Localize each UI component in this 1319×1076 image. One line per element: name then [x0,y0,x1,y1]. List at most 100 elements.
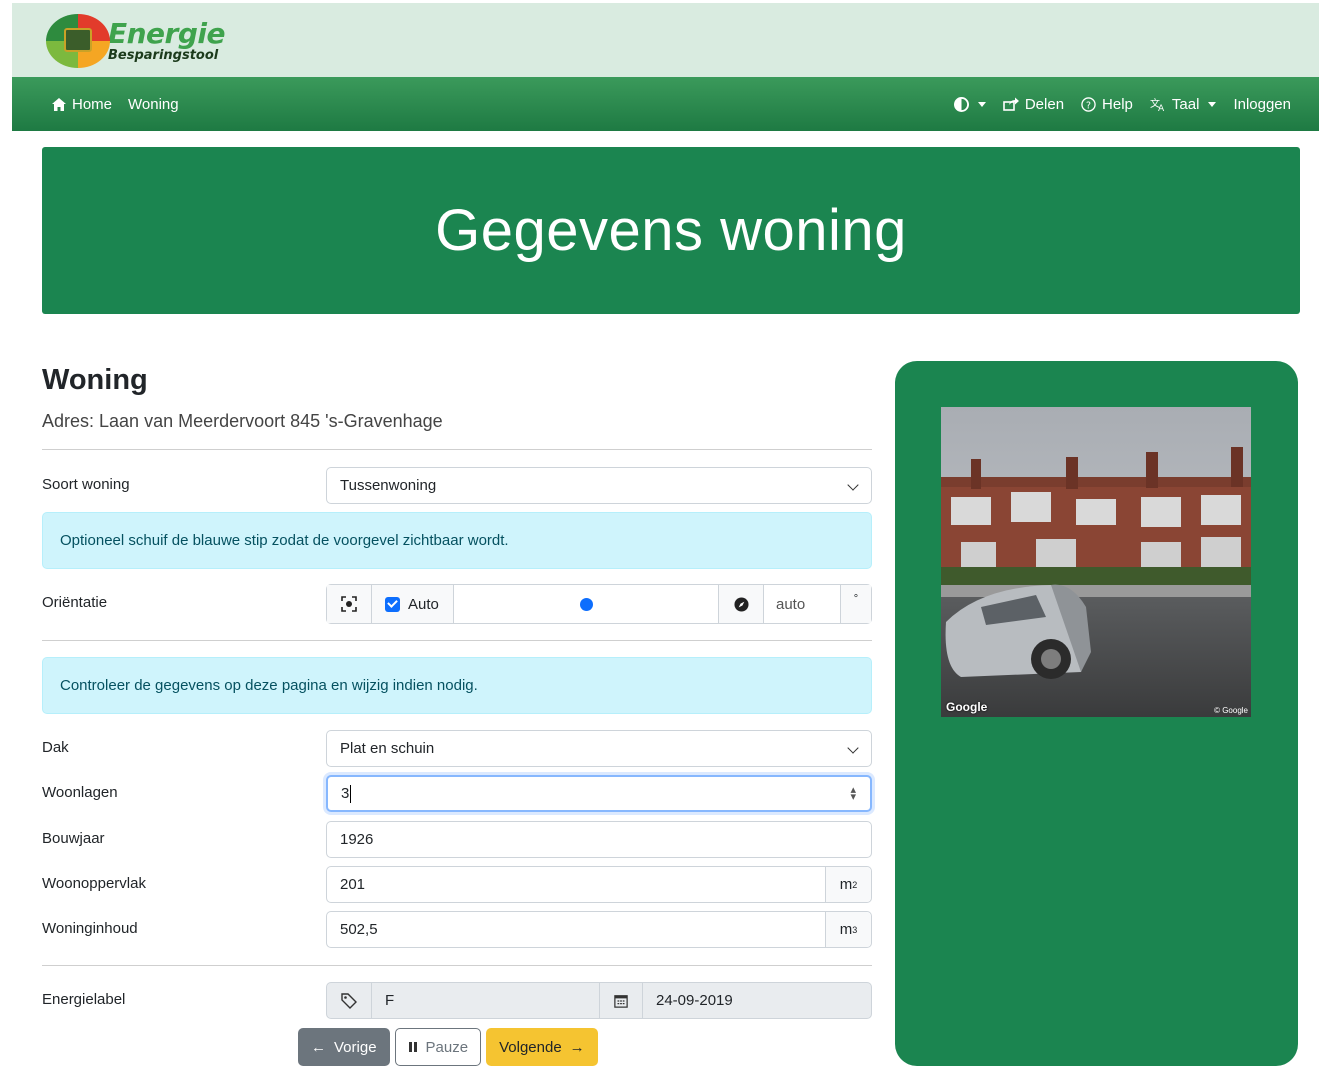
nav-share[interactable]: Delen [1003,96,1064,113]
pause-icon [408,1042,417,1052]
energielabel-group: F 24-09-2019 [326,982,872,1019]
page-title: Gegevens woning [435,198,907,263]
nav-login[interactable]: Inloggen [1233,96,1291,113]
site-logo[interactable]: Energie Besparingstool [46,13,226,69]
site-header: Energie Besparingstool [12,3,1319,77]
auto-toggle[interactable]: Auto [372,585,454,623]
chevron-down-icon [977,101,986,107]
auto-label: Auto [408,595,439,613]
streetview-photo [941,407,1251,717]
nav-home[interactable]: Home [52,96,112,113]
woninginhoud-value: 502,5 [340,921,378,938]
row-soort-woning: Soort woning Tussenwoning [42,467,872,504]
row-woonlagen: Woonlagen 3 ▴ ▾ [42,775,872,812]
nav-share-label: Delen [1024,95,1065,113]
crosshair-focus-icon [341,596,357,612]
dak-label: Dak [42,739,69,756]
woonoppervlak-input[interactable]: 201 m2 [326,866,872,903]
calendar-addon [600,983,643,1018]
degree-unit: ° [841,585,871,623]
text-cursor [350,784,352,803]
arrow-right-icon: → [569,1038,585,1056]
streetview-panel: Google © Google [895,361,1298,1066]
row-energielabel: Energielabel F 24-09-2019 [42,982,872,1019]
pause-button[interactable]: Pauze [394,1028,482,1066]
address-text: Adres: Laan van Meerdervoort 845 's-Grav… [42,411,443,431]
nav-help[interactable]: ? Help [1081,96,1133,113]
google-copyright: © Google [1214,706,1248,715]
next-button[interactable]: Volgende → [486,1028,598,1066]
nav-language[interactable]: 文A Taal [1150,96,1217,113]
number-stepper-icon[interactable]: ▴ ▾ [850,785,856,803]
woninginhoud-input[interactable]: 502,5 m3 [326,911,872,948]
energielabel-value: F [385,992,395,1009]
divider [42,640,872,641]
orientation-value: auto [776,595,806,613]
bouwjaar-input[interactable]: 1926 [326,821,872,858]
hero-banner: Gegevens woning [42,147,1300,314]
orientation-value-input[interactable]: auto [764,585,841,623]
translate-icon: 文A [1150,97,1165,112]
row-woonoppervlak: Woonoppervlak 201 m2 [42,866,872,903]
svg-text:A: A [1158,104,1165,112]
nav-login-label: Inloggen [1233,95,1291,113]
orientatie-input-group: Auto auto ° [326,584,872,624]
energielabel-date-field: 24-09-2019 [643,983,871,1018]
svg-text:?: ? [1086,100,1091,111]
woonoppervlak-label: Woonoppervlak [42,875,146,892]
woninginhoud-unit: m3 [825,912,871,947]
logo-emblem-icon [46,14,110,68]
energielabel-date: 24-09-2019 [656,992,733,1009]
nav-help-label: Help [1102,95,1133,113]
orientation-info-alert: Optioneel schuif de blauwe stip zodat de… [42,512,872,569]
orientation-handle[interactable] [579,597,593,611]
soort-woning-select[interactable]: Tussenwoning [326,467,872,504]
nav-woning-label: Woning [128,95,179,113]
pause-button-label: Pauze [425,1038,469,1056]
degree-unit-label: ° [853,593,859,605]
theme-toggle[interactable] [953,96,986,112]
row-woninginhoud: Woninginhoud 502,5 m3 [42,911,872,948]
woninginhoud-label: Woninginhoud [42,920,138,937]
contrast-icon [953,96,969,112]
divider [42,965,872,966]
energielabel-label: Energielabel [42,991,126,1008]
soort-woning-value: Tussenwoning [340,477,437,494]
streetview-image[interactable]: Google © Google [941,407,1251,717]
tag-icon [341,992,357,1009]
section-title: Woning [42,364,148,396]
woonlagen-input[interactable]: 3 ▴ ▾ [326,775,872,812]
check-info-text: Controleer de gegevens op deze pagina en… [60,677,478,694]
previous-button[interactable]: ← Vorige [298,1028,390,1066]
locate-button[interactable] [327,585,372,623]
tag-addon [327,983,372,1018]
compass-addon [719,585,764,623]
row-bouwjaar: Bouwjaar 1926 [42,821,872,858]
orientatie-label: Oriëntatie [42,594,108,611]
woonoppervlak-value: 201 [340,876,366,893]
orientation-slider[interactable] [454,585,719,623]
google-attribution: Google [946,700,988,714]
previous-button-label: Vorige [334,1038,377,1056]
nav-woning[interactable]: Woning [128,96,179,113]
arrow-left-icon: ← [311,1038,326,1056]
dak-value: Plat en schuin [340,740,435,757]
auto-checkbox[interactable] [385,596,400,612]
chevron-down-icon [847,479,859,491]
nav-language-label: Taal [1171,95,1200,113]
logo-title: Energie [108,17,226,50]
row-orientatie: Oriëntatie Auto auto ° [42,584,872,624]
dak-select[interactable]: Plat en schuin [326,730,872,767]
divider [42,449,872,450]
woonoppervlak-unit: m2 [825,867,871,902]
woonlagen-label: Woonlagen [42,784,118,801]
chevron-down-icon [847,742,859,754]
woonlagen-value: 3 [341,785,350,802]
logo-subtitle: Besparingstool [108,48,219,63]
help-icon: ? [1081,96,1096,112]
nav-home-label: Home [72,95,113,113]
orientation-info-text: Optioneel schuif de blauwe stip zodat de… [60,532,509,549]
chevron-down-icon [1208,101,1217,107]
calendar-icon [614,994,628,1008]
energielabel-value-field: F [372,983,600,1018]
